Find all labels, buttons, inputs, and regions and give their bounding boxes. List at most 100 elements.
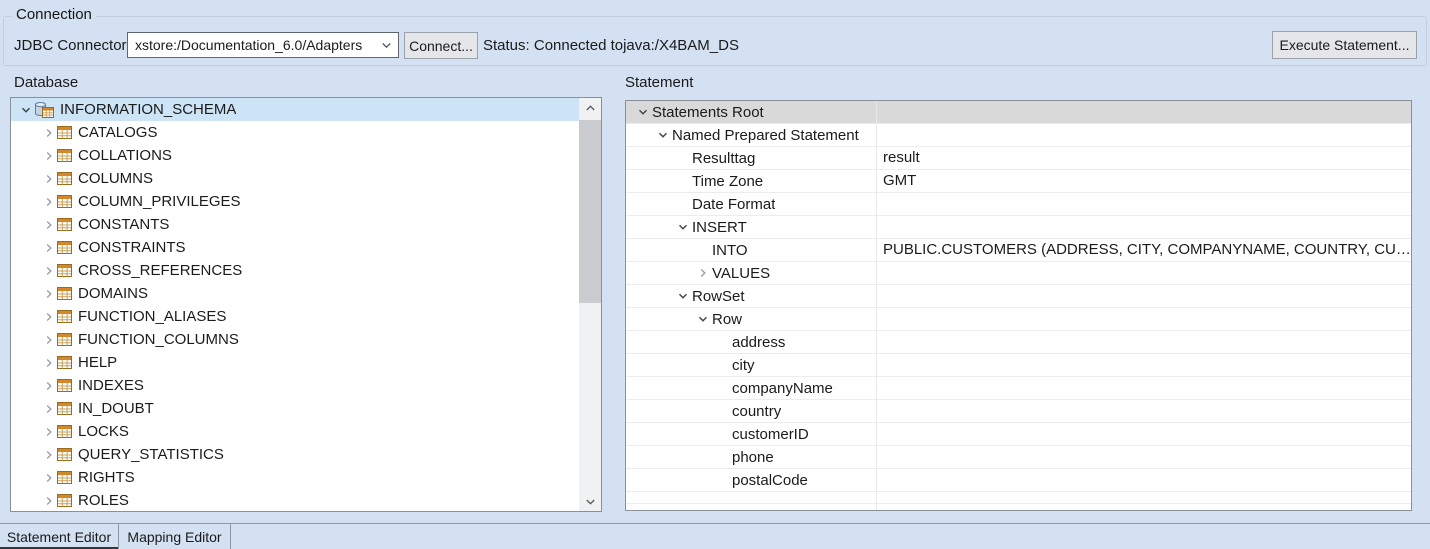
table-icon xyxy=(57,149,72,162)
statement-node-value[interactable] xyxy=(876,285,1411,307)
chevron-right-icon[interactable] xyxy=(41,197,57,207)
statement-row[interactable]: RowSet xyxy=(626,285,1411,308)
tree-item-table[interactable]: COLLATIONS xyxy=(11,144,579,167)
tree-item-table[interactable]: CROSS_REFERENCES xyxy=(11,259,579,282)
statement-node-value[interactable] xyxy=(876,331,1411,353)
table-icon xyxy=(57,333,72,346)
statement-row[interactable]: Resulttagresult xyxy=(626,147,1411,170)
chevron-right-icon[interactable] xyxy=(41,243,57,253)
tree-item-table[interactable]: COLUMNS xyxy=(11,167,579,190)
chevron-down-icon[interactable] xyxy=(579,491,601,511)
tree-item-table[interactable]: CONSTRAINTS xyxy=(11,236,579,259)
tree-item-table[interactable]: FUNCTION_COLUMNS xyxy=(11,328,579,351)
statement-node-value[interactable] xyxy=(876,354,1411,376)
tree-item-label: CONSTRAINTS xyxy=(78,239,186,256)
editor-tabbar: Statement Editor Mapping Editor xyxy=(0,523,1430,549)
tree-item-table[interactable]: LOCKS xyxy=(11,420,579,443)
tree-item-table[interactable]: IN_DOUBT xyxy=(11,397,579,420)
tree-item-label: INDEXES xyxy=(78,377,144,394)
statement-node-value[interactable] xyxy=(876,101,1411,123)
statement-node-value[interactable] xyxy=(876,262,1411,284)
statement-panel-label: Statement xyxy=(625,74,693,91)
chevron-right-icon[interactable] xyxy=(694,268,712,278)
tree-item-table[interactable]: HELP xyxy=(11,351,579,374)
statement-row[interactable]: customerID xyxy=(626,423,1411,446)
chevron-down-icon[interactable] xyxy=(18,105,34,115)
chevron-right-icon[interactable] xyxy=(41,220,57,230)
tree-item-schema[interactable]: INFORMATION_SCHEMA xyxy=(11,98,579,121)
chevron-right-icon[interactable] xyxy=(41,128,57,138)
statement-row[interactable]: Statements Root xyxy=(626,101,1411,124)
connect-button[interactable]: Connect... xyxy=(404,32,478,59)
execute-statement-button[interactable]: Execute Statement... xyxy=(1272,31,1417,59)
tree-item-table[interactable]: CONSTANTS xyxy=(11,213,579,236)
scrollbar-thumb[interactable] xyxy=(579,120,601,303)
statement-row[interactable]: country xyxy=(626,400,1411,423)
chevron-right-icon[interactable] xyxy=(41,381,57,391)
tree-item-table[interactable]: RIGHTS xyxy=(11,466,579,489)
statement-node-value[interactable]: PUBLIC.CUSTOMERS (ADDRESS, CITY, COMPANY… xyxy=(876,239,1411,261)
database-scrollbar[interactable] xyxy=(579,98,601,511)
tab-label: Mapping Editor xyxy=(127,529,221,545)
chevron-down-icon[interactable] xyxy=(654,130,672,140)
statement-row[interactable]: INSERT xyxy=(626,216,1411,239)
table-icon xyxy=(57,425,72,438)
tree-item-table[interactable]: CATALOGS xyxy=(11,121,579,144)
chevron-right-icon[interactable] xyxy=(41,358,57,368)
jdbc-connector-select[interactable]: xstore:/Documentation_6.0/Adapters xyxy=(127,32,399,58)
statement-node-value[interactable] xyxy=(876,308,1411,330)
statement-row[interactable]: VALUES xyxy=(626,262,1411,285)
statement-node-value[interactable] xyxy=(876,216,1411,238)
statement-node-value[interactable] xyxy=(876,124,1411,146)
statement-row[interactable]: INTOPUBLIC.CUSTOMERS (ADDRESS, CITY, COM… xyxy=(626,239,1411,262)
statement-node-value[interactable] xyxy=(876,446,1411,468)
chevron-down-icon[interactable] xyxy=(374,33,398,57)
chevron-right-icon[interactable] xyxy=(41,312,57,322)
tree-item-table[interactable]: ROLES xyxy=(11,489,579,511)
statement-node-value[interactable] xyxy=(876,423,1411,445)
tree-item-table[interactable]: DOMAINS xyxy=(11,282,579,305)
tree-item-table[interactable]: FUNCTION_ALIASES xyxy=(11,305,579,328)
chevron-right-icon[interactable] xyxy=(41,151,57,161)
chevron-right-icon[interactable] xyxy=(41,496,57,506)
statement-row[interactable]: city xyxy=(626,354,1411,377)
tree-item-table[interactable]: COLUMN_PRIVILEGES xyxy=(11,190,579,213)
statement-node-value[interactable]: GMT xyxy=(876,170,1411,192)
chevron-right-icon[interactable] xyxy=(41,404,57,414)
statement-row[interactable]: Row xyxy=(626,308,1411,331)
statement-row[interactable]: companyName xyxy=(626,377,1411,400)
statement-node-label: Date Format xyxy=(692,196,775,213)
statement-node-value[interactable]: result xyxy=(876,147,1411,169)
statement-node-value[interactable] xyxy=(876,377,1411,399)
tab-statement-editor[interactable]: Statement Editor xyxy=(0,524,119,549)
statement-row[interactable]: address xyxy=(626,331,1411,354)
tab-mapping-editor[interactable]: Mapping Editor xyxy=(119,524,231,549)
statement-node-value[interactable] xyxy=(876,400,1411,422)
statement-row[interactable]: postalCode xyxy=(626,469,1411,492)
chevron-right-icon[interactable] xyxy=(41,174,57,184)
statement-row[interactable]: phone xyxy=(626,446,1411,469)
chevron-right-icon[interactable] xyxy=(41,266,57,276)
statement-row[interactable]: Named Prepared Statement xyxy=(626,124,1411,147)
chevron-right-icon[interactable] xyxy=(41,335,57,345)
chevron-down-icon[interactable] xyxy=(674,222,692,232)
chevron-down-icon[interactable] xyxy=(634,107,652,117)
statement-row[interactable]: Time ZoneGMT xyxy=(626,170,1411,193)
tab-label: Statement Editor xyxy=(7,529,111,545)
tree-item-table[interactable]: INDEXES xyxy=(11,374,579,397)
table-icon xyxy=(57,448,72,461)
chevron-right-icon[interactable] xyxy=(41,427,57,437)
jdbc-connector-label: JDBC Connector: xyxy=(14,32,131,59)
statement-node-value[interactable] xyxy=(876,469,1411,491)
app-root: Connection JDBC Connector: xstore:/Docum… xyxy=(0,0,1430,549)
tree-item-table[interactable]: QUERY_STATISTICS xyxy=(11,443,579,466)
table-icon xyxy=(57,494,72,507)
statement-row[interactable]: Date Format xyxy=(626,193,1411,216)
chevron-down-icon[interactable] xyxy=(674,291,692,301)
chevron-right-icon[interactable] xyxy=(41,289,57,299)
chevron-right-icon[interactable] xyxy=(41,450,57,460)
chevron-right-icon[interactable] xyxy=(41,473,57,483)
statement-node-value[interactable] xyxy=(876,193,1411,215)
chevron-up-icon[interactable] xyxy=(579,98,601,118)
chevron-down-icon[interactable] xyxy=(694,314,712,324)
